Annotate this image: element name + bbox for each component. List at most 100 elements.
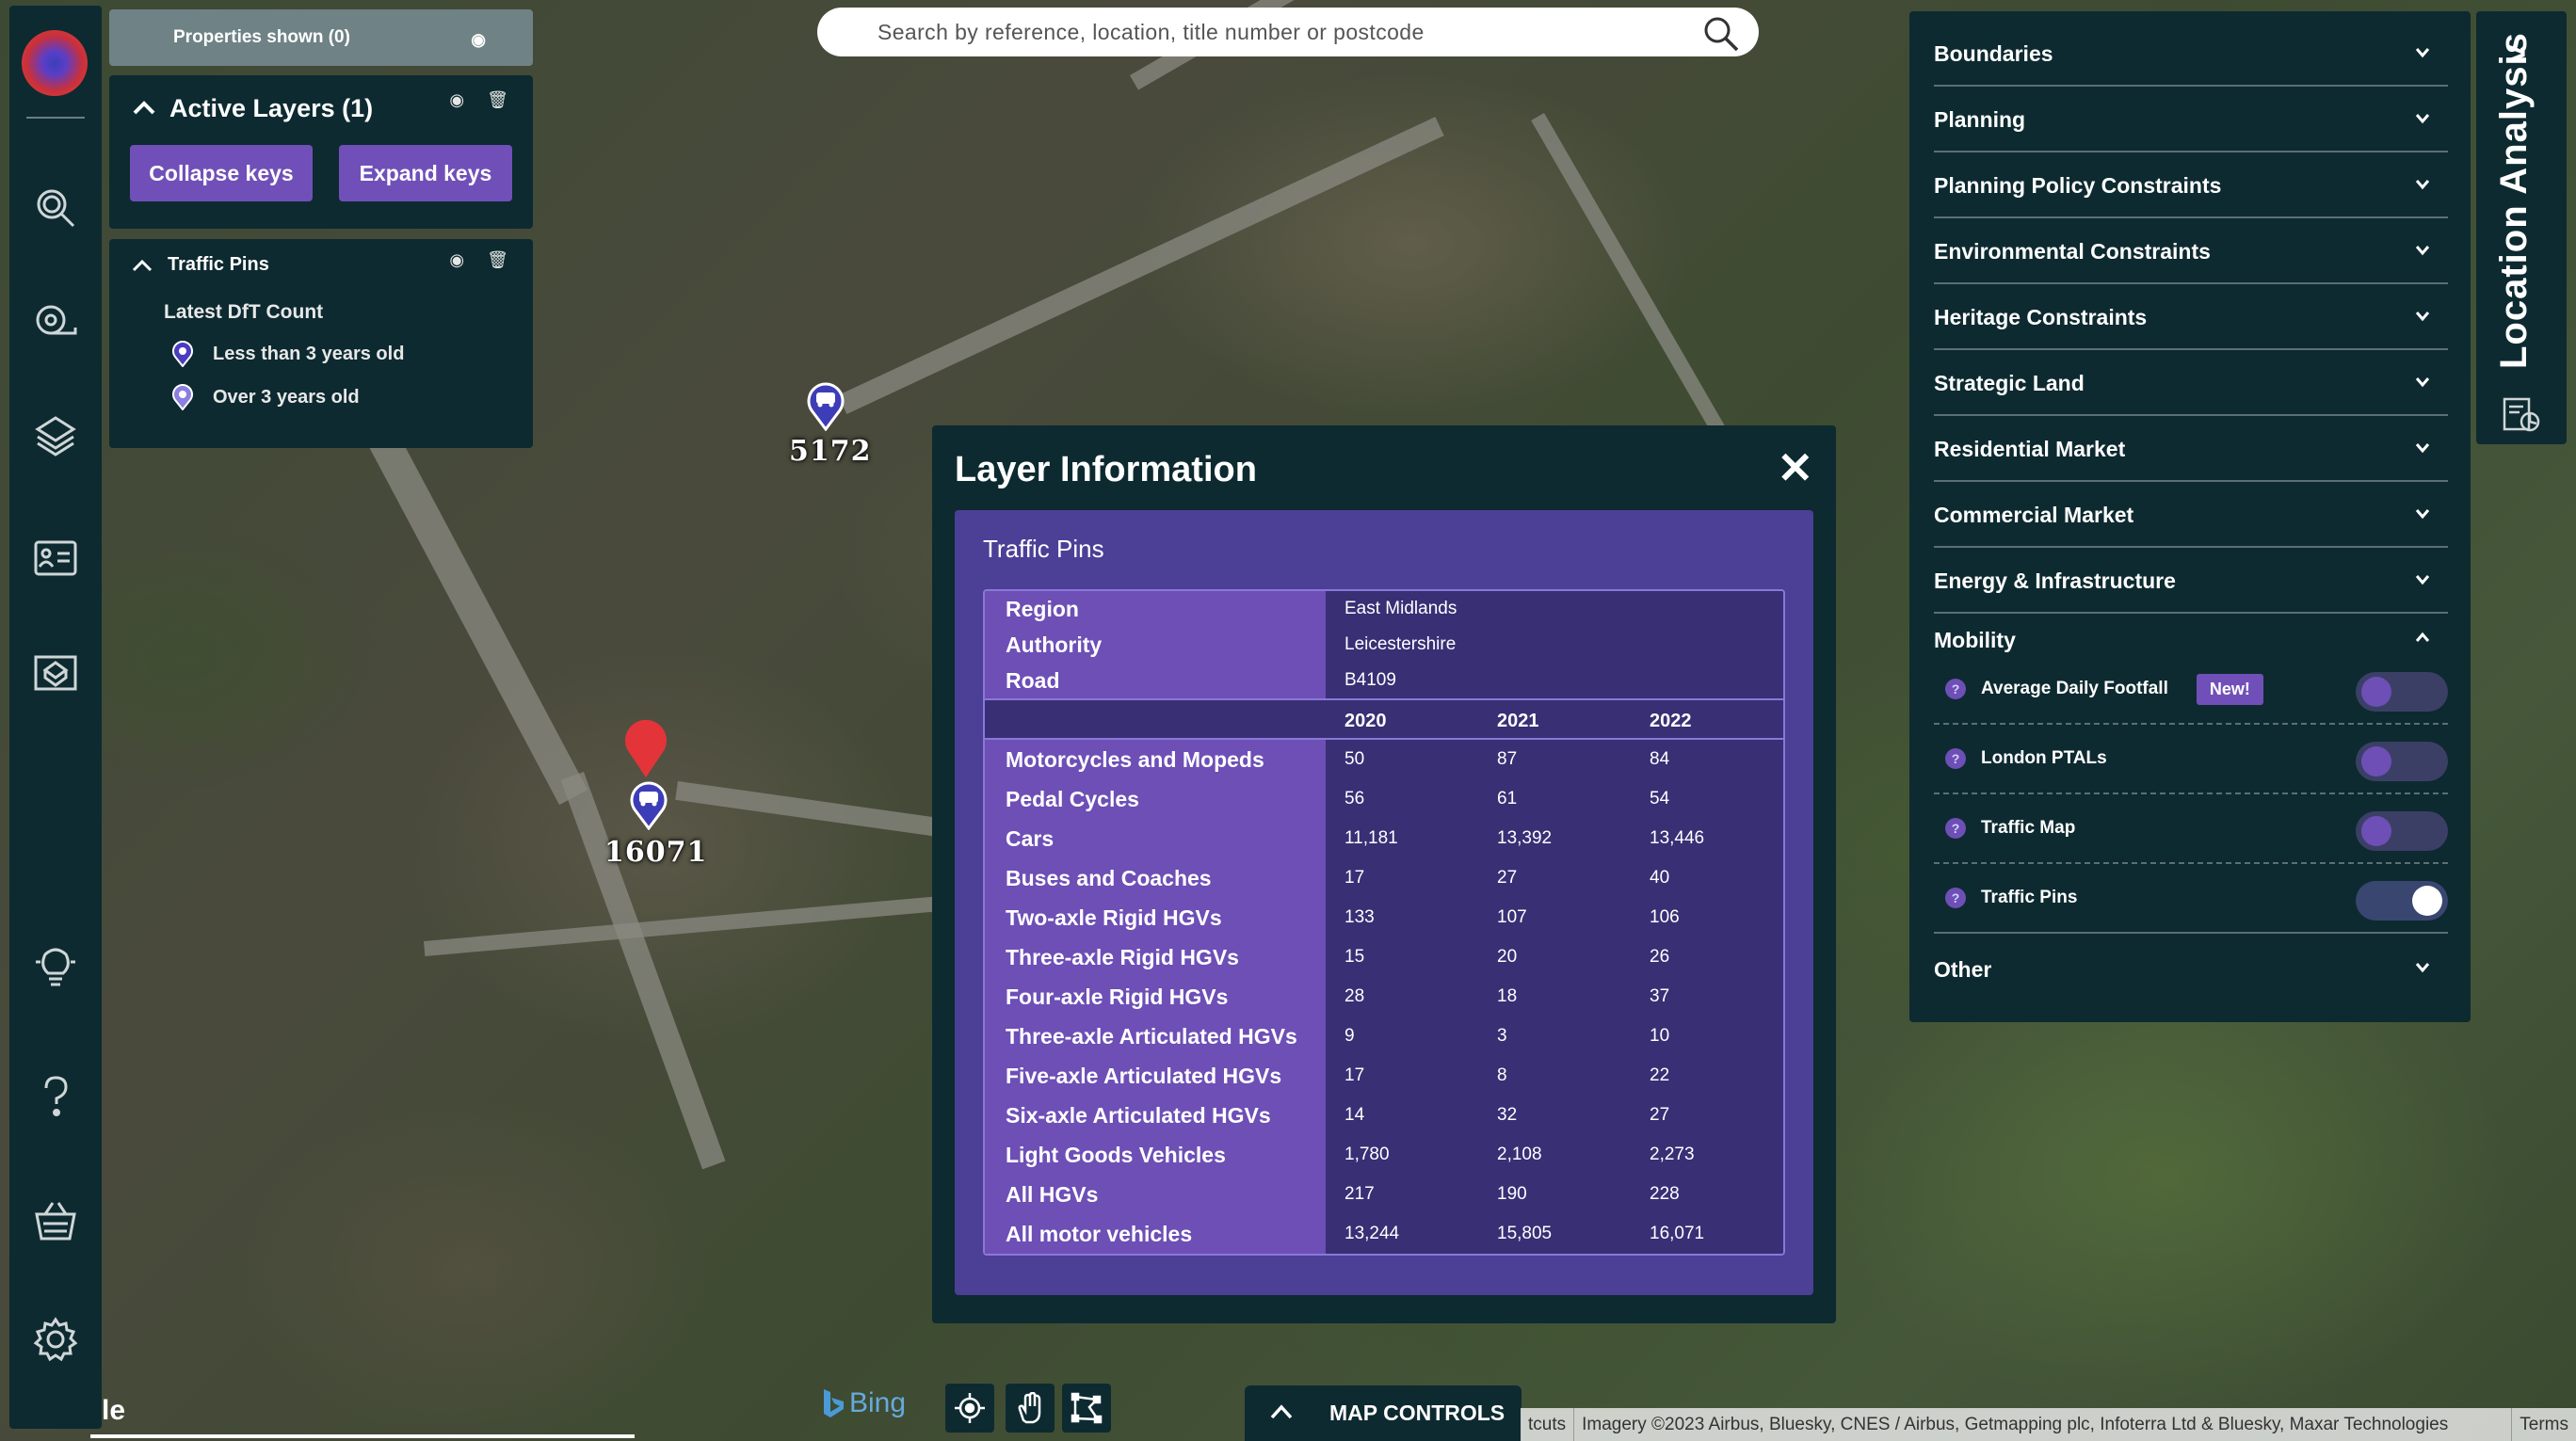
key-item: Less than 3 years old bbox=[171, 341, 404, 367]
help-question-icon[interactable]: ? bbox=[1945, 818, 1966, 839]
category-label: Strategic Land bbox=[1934, 370, 2085, 395]
category-residential-market[interactable]: Residential Market bbox=[1934, 418, 2448, 482]
count-cell: 17 bbox=[1326, 1056, 1478, 1096]
category-label: Planning Policy Constraints bbox=[1934, 172, 2222, 198]
row-label: Region bbox=[985, 591, 1326, 627]
help-question-icon[interactable]: ? bbox=[1945, 679, 1966, 699]
draw-area-button[interactable] bbox=[1062, 1384, 1111, 1433]
chevron-down-icon[interactable] bbox=[2414, 373, 2431, 390]
expand-keys-button[interactable]: Expand keys bbox=[339, 145, 512, 201]
traffic-map-toggle[interactable] bbox=[2356, 811, 2448, 851]
chevron-up-icon[interactable] bbox=[132, 97, 156, 121]
visibility-eye-icon[interactable]: ◉ bbox=[449, 90, 464, 110]
category-other[interactable]: Other bbox=[1934, 937, 2448, 1001]
report-card-icon[interactable] bbox=[32, 535, 79, 582]
category-environmental-constraints[interactable]: Environmental Constraints bbox=[1934, 220, 2448, 284]
row-value: Leicestershire bbox=[1326, 627, 1783, 663]
count-cell: 9 bbox=[1326, 1017, 1478, 1056]
traffic-count-label: 5172 bbox=[789, 435, 872, 468]
app-logo[interactable] bbox=[22, 30, 88, 96]
category-energy-infrastructure[interactable]: Energy & Infrastructure bbox=[1934, 550, 2448, 614]
measure-tape-icon[interactable] bbox=[32, 299, 79, 346]
search-icon[interactable] bbox=[1702, 15, 1740, 53]
search-map-icon[interactable] bbox=[32, 184, 79, 232]
count-cell: 15,805 bbox=[1478, 1214, 1631, 1254]
locate-button[interactable] bbox=[945, 1384, 994, 1433]
mobility-item-footfall: ? Average Daily Footfall New! bbox=[1934, 655, 2448, 725]
modal-title: Layer Information bbox=[955, 450, 1257, 489]
location-analysis-label: Location Analysis bbox=[2493, 32, 2535, 369]
count-cell: 15 bbox=[1326, 937, 1478, 977]
table-row: Four-axle Rigid HGVs 28 18 37 bbox=[985, 977, 1783, 1017]
left-nav-rail bbox=[9, 6, 102, 1429]
count-cell: 61 bbox=[1478, 779, 1631, 819]
bing-icon bbox=[824, 1389, 844, 1417]
map-box-icon[interactable] bbox=[32, 648, 79, 695]
visibility-eye-icon[interactable]: ◉ bbox=[449, 250, 464, 270]
eye-slash-icon[interactable]: ◉ bbox=[471, 30, 486, 50]
key-subtitle: Latest DfT Count bbox=[164, 301, 324, 323]
settings-gear-icon[interactable] bbox=[32, 1316, 79, 1363]
count-rows: Motorcycles and Mopeds 50 87 84 Pedal Cycles… bbox=[985, 740, 1783, 1254]
category-planning-policy-constraints[interactable]: Planning Policy Constraints bbox=[1934, 154, 2448, 218]
basket-icon[interactable] bbox=[32, 1197, 79, 1244]
traffic-pin-marker[interactable] bbox=[804, 378, 847, 431]
location-pin-red-icon[interactable] bbox=[620, 713, 672, 779]
chevron-down-icon[interactable] bbox=[2414, 439, 2431, 456]
bing-logo: Bing bbox=[821, 1387, 906, 1419]
category-label: Environmental Constraints bbox=[1934, 238, 2211, 264]
trash-icon[interactable]: 🗑 bbox=[487, 90, 508, 110]
trash-icon[interactable]: 🗑 bbox=[487, 250, 508, 270]
layers-icon[interactable] bbox=[32, 412, 79, 459]
table-row: All motor vehicles 13,244 15,805 16,071 bbox=[985, 1214, 1783, 1254]
active-layers-title: Active Layers (1) bbox=[169, 94, 374, 122]
pan-button[interactable] bbox=[1006, 1384, 1055, 1433]
chevron-down-icon[interactable] bbox=[2414, 307, 2431, 324]
category-boundaries[interactable]: Boundaries bbox=[1934, 23, 2448, 87]
help-question-icon[interactable]: ? bbox=[1945, 748, 1966, 769]
row-label: Five-axle Articulated HGVs bbox=[985, 1056, 1326, 1096]
chevron-down-icon[interactable] bbox=[2414, 241, 2431, 258]
traffic-pins-key-header[interactable]: Traffic Pins bbox=[132, 254, 269, 276]
traffic-pin-marker[interactable] bbox=[627, 777, 670, 830]
map-report-icon[interactable] bbox=[2501, 393, 2542, 435]
bing-label: Bing bbox=[849, 1387, 907, 1418]
category-heritage-constraints[interactable]: Heritage Constraints bbox=[1934, 286, 2448, 350]
attribution-shortcuts[interactable]: tcuts bbox=[1521, 1408, 1575, 1441]
help-icon[interactable] bbox=[32, 1073, 79, 1120]
footfall-toggle[interactable] bbox=[2356, 672, 2448, 712]
category-strategic-land[interactable]: Strategic Land bbox=[1934, 352, 2448, 416]
active-layers-header[interactable]: Active Layers (1) bbox=[132, 94, 373, 123]
category-label: Heritage Constraints bbox=[1934, 304, 2148, 329]
layer-categories-panel: Boundaries Planning Planning Policy Constr… bbox=[1909, 11, 2471, 1022]
chevron-down-icon[interactable] bbox=[2414, 504, 2431, 521]
category-commercial-market[interactable]: Commercial Market bbox=[1934, 484, 2448, 548]
chevron-down-icon[interactable] bbox=[2414, 570, 2431, 587]
traffic-pins-toggle[interactable] bbox=[2356, 881, 2448, 921]
help-question-icon[interactable]: ? bbox=[1945, 888, 1966, 908]
close-icon[interactable]: ✕ bbox=[1777, 442, 1813, 493]
table-row: Region East Midlands bbox=[985, 591, 1783, 627]
chevron-down-icon[interactable] bbox=[2414, 175, 2431, 192]
count-cell: 2,108 bbox=[1478, 1135, 1631, 1175]
hand-icon bbox=[1018, 1392, 1041, 1424]
search-input[interactable]: Search by reference, location, title num… bbox=[817, 8, 1759, 56]
map-controls-button[interactable]: MAP CONTROLS bbox=[1245, 1385, 1521, 1441]
attribution-terms[interactable]: Terms bbox=[2512, 1408, 2576, 1441]
chevron-down-icon[interactable] bbox=[2414, 43, 2431, 60]
category-planning[interactable]: Planning bbox=[1934, 88, 2448, 152]
chevron-down-icon[interactable] bbox=[2414, 109, 2431, 126]
chevron-up-icon[interactable] bbox=[2414, 629, 2431, 646]
chevron-up-icon[interactable] bbox=[132, 259, 153, 272]
active-layers-actions: ◉ 🗑 bbox=[449, 90, 508, 110]
collapse-keys-button[interactable]: Collapse keys bbox=[130, 145, 313, 201]
ptals-toggle[interactable] bbox=[2356, 742, 2448, 781]
lightbulb-icon[interactable] bbox=[32, 943, 79, 990]
count-cell: 11,181 bbox=[1326, 819, 1478, 858]
rail-divider bbox=[26, 117, 85, 119]
properties-shown-bar[interactable]: Properties shown (0) ◉ bbox=[109, 9, 533, 66]
chevron-down-icon[interactable] bbox=[2414, 958, 2431, 975]
count-cell: 190 bbox=[1478, 1175, 1631, 1214]
count-cell: 37 bbox=[1631, 977, 1783, 1017]
location-analysis-tab[interactable]: > Location Analysis bbox=[2476, 11, 2567, 444]
